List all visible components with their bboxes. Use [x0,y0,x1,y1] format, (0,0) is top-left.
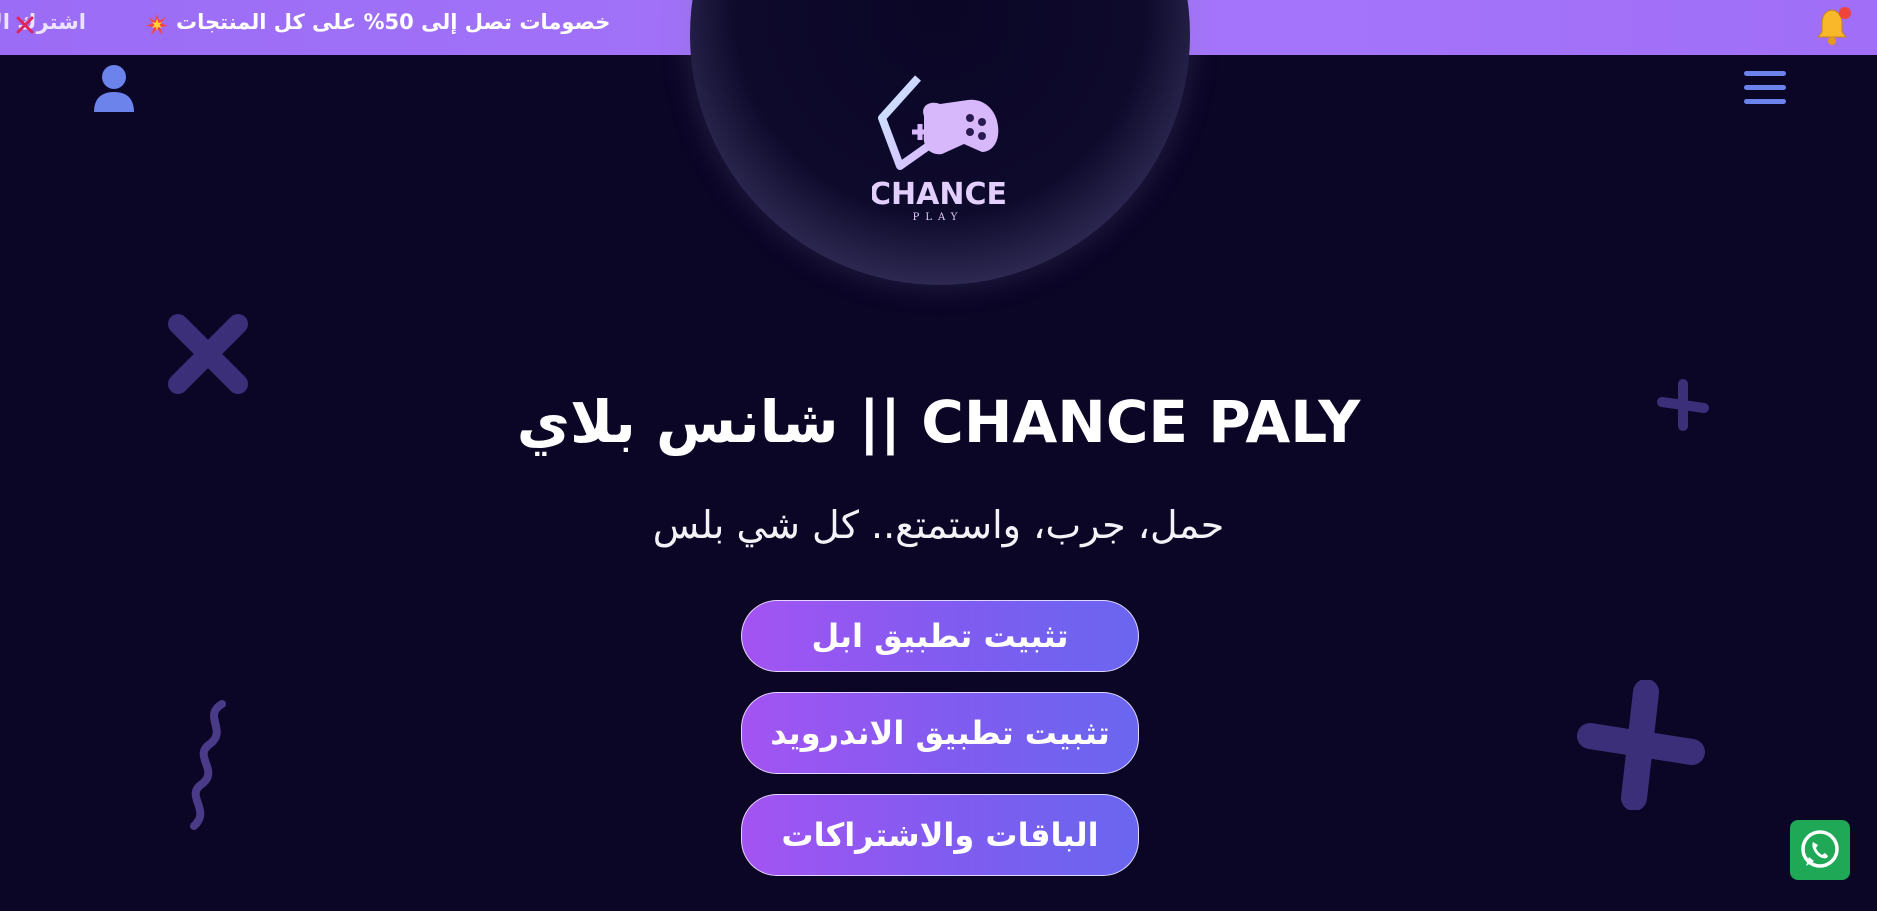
menu-icon[interactable] [1744,69,1786,107]
user-icon[interactable] [92,64,136,114]
plus-shape-large-deco [1577,680,1705,810]
promo-next-text[interactable]: اشترك الآن [0,10,86,34]
burst-icon [146,14,168,35]
whatsapp-button[interactable] [1790,820,1850,880]
install-android-button[interactable]: تثبيت تطبيق الاندرويد [741,692,1139,774]
hero-title: شانس بلاي || CHANCE PALY [516,388,1361,456]
hero-subtitle: حمل، جرب، واستمتع.. كل شي بلس [652,503,1225,547]
close-icon[interactable] [14,14,36,36]
logo-subword: PLAY [913,212,964,223]
squiggle-deco [190,700,226,830]
logo-word: CHANCE [872,177,1007,212]
bell-icon[interactable] [1812,4,1856,48]
logo[interactable]: CHANCE PLAY [869,70,1010,230]
whatsapp-icon [1801,830,1839,868]
install-apple-button[interactable]: تثبيت تطبيق ابل [741,600,1139,672]
plans-button[interactable]: الباقات والاشتراكات [741,794,1139,876]
promo-text: خصومات تصل إلى 50% على كل المنتجات [176,10,611,34]
gamepad-logo-icon: CHANCE PLAY [869,75,1007,223]
